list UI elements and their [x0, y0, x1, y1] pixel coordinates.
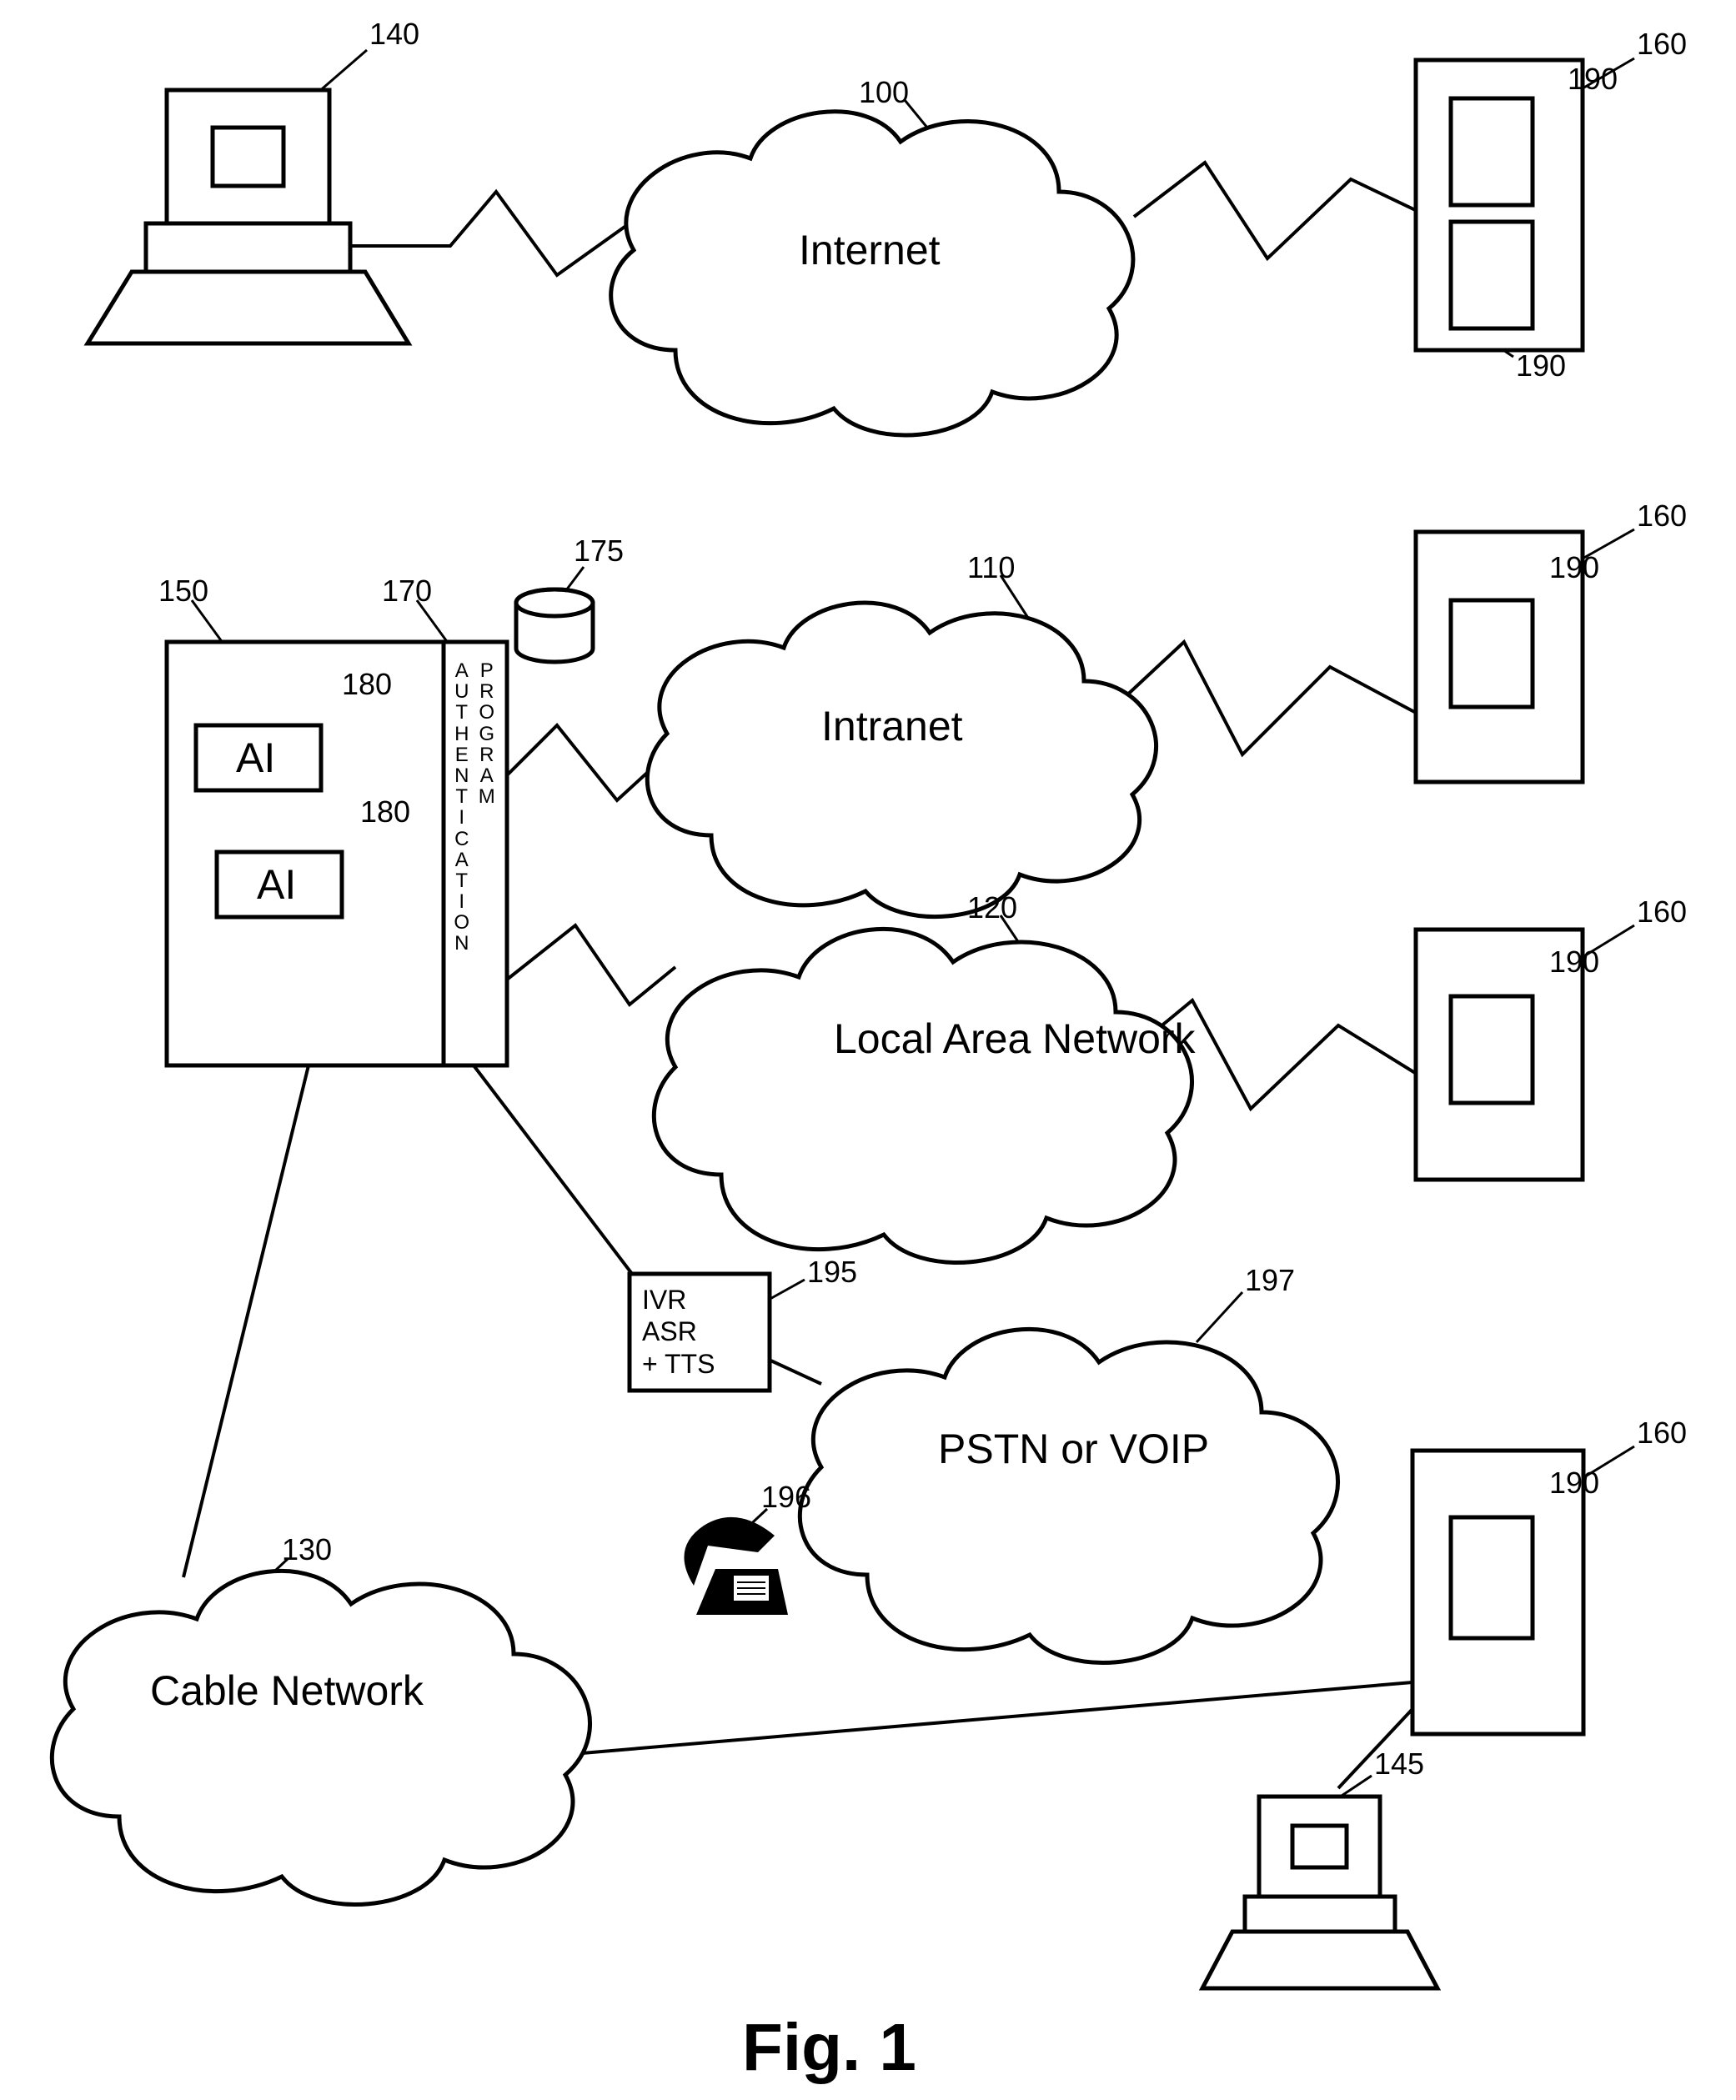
ref-130: 130 [282, 1532, 332, 1567]
ref-110: 110 [967, 550, 1015, 585]
ref-190-a2: 190 [1516, 348, 1566, 383]
ref-196: 196 [761, 1480, 811, 1515]
cloud-pstn-label: PSTN or VOIP [938, 1426, 1209, 1474]
ref-145: 145 [1374, 1747, 1424, 1782]
ref-160-a: 160 [1637, 27, 1687, 62]
ref-120: 120 [967, 890, 1017, 925]
ref-190-a: 190 [1568, 62, 1618, 97]
cloud-intranet-label: Intranet [821, 703, 963, 751]
computer-right [1202, 1797, 1437, 1988]
ref-180-a: 180 [342, 667, 392, 702]
ref-150: 150 [158, 574, 208, 609]
ref-160-d: 160 [1637, 1416, 1687, 1451]
ref-190-d: 190 [1549, 1466, 1599, 1501]
ref-180-b: 180 [360, 794, 410, 829]
cloud-lan [654, 929, 1192, 1262]
cloud-cable-label: Cable Network [150, 1667, 424, 1716]
auth-vertical-left: AUTHENTICATION [450, 660, 474, 955]
cloud-internet-label: Internet [799, 227, 941, 275]
figure-caption: Fig. 1 [742, 2009, 916, 2086]
ref-170: 170 [382, 574, 432, 609]
cloud-cable [52, 1571, 590, 1904]
ref-190-b: 190 [1549, 550, 1599, 585]
cloud-intranet [647, 603, 1156, 916]
cloud-lan-label: Local Area Network [834, 1015, 1196, 1064]
phone-icon [684, 1517, 788, 1615]
ivr-text: IVR ASR + TTS [642, 1284, 715, 1380]
diagram-stage: Internet Intranet Local Area Network PST… [0, 0, 1736, 2100]
ref-160-b: 160 [1637, 499, 1687, 534]
db-cylinder [516, 589, 593, 662]
auth-vertical-right: PROGRAM [475, 660, 499, 807]
ref-197: 197 [1245, 1263, 1295, 1298]
ref-140: 140 [369, 17, 419, 52]
ref-160-c: 160 [1637, 895, 1687, 930]
ref-195: 195 [807, 1255, 857, 1290]
cloud-pstn [800, 1329, 1337, 1662]
ai-box-2-text: AI [257, 860, 296, 909]
ai-box-1-text: AI [236, 734, 275, 782]
computer-left [88, 90, 409, 343]
ref-190-c: 190 [1549, 945, 1599, 980]
ref-100: 100 [859, 75, 909, 110]
ref-175: 175 [574, 534, 624, 569]
remote-server-1 [1416, 60, 1583, 350]
